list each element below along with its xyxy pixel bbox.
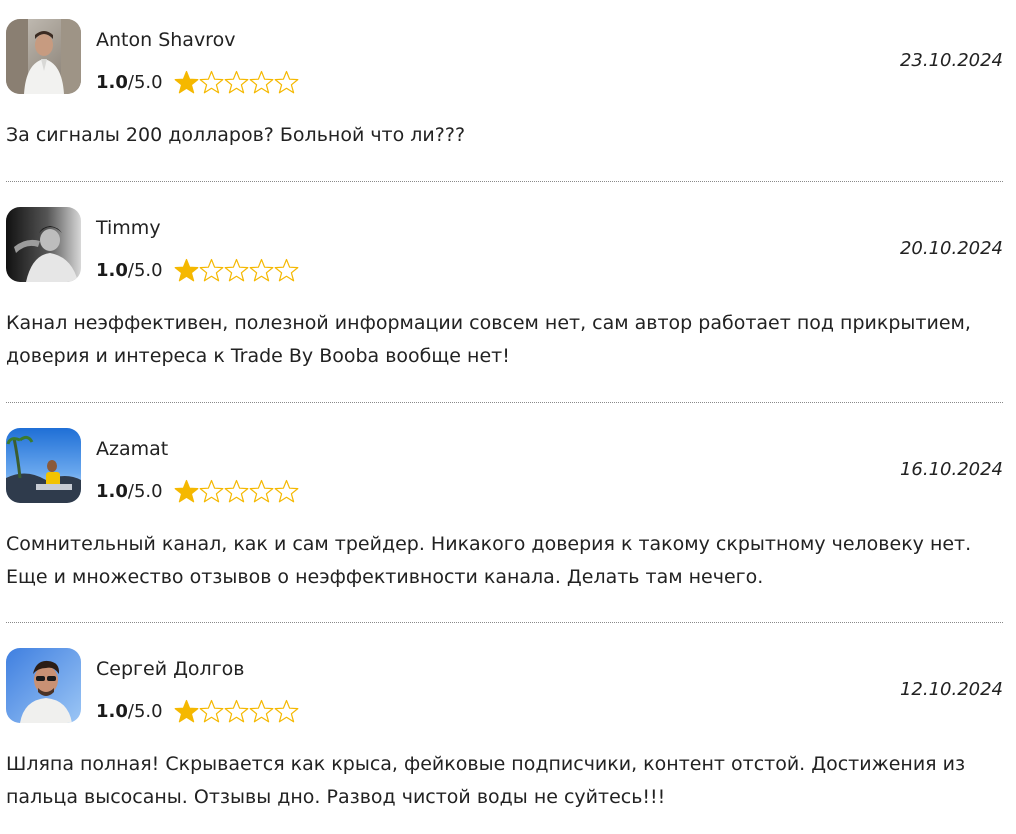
avatar[interactable] — [6, 207, 81, 282]
avatar[interactable] — [6, 428, 81, 503]
avatar[interactable] — [6, 648, 81, 723]
star-empty-icon — [199, 70, 223, 93]
star-empty-icon — [274, 70, 298, 93]
avatar[interactable] — [6, 19, 81, 94]
author-name: Timmy — [96, 217, 161, 239]
rating: 1.0 /5.0 — [96, 67, 299, 97]
divider — [6, 181, 1003, 182]
rating-score: 1.0 — [96, 259, 128, 281]
star-empty-icon — [224, 70, 248, 93]
star-empty-icon — [199, 479, 223, 502]
reviews-list: Anton Shavrov 1.0 /5.0 23.10.2024 За сиг… — [0, 0, 1016, 834]
star-empty-icon — [224, 258, 248, 281]
star-filled-icon — [174, 258, 198, 281]
author-name: Anton Shavrov — [96, 29, 236, 51]
star-empty-icon — [224, 699, 248, 722]
rating-score: 1.0 — [96, 71, 128, 93]
rating-max: /5.0 — [127, 480, 163, 502]
review-text: Сомнительный канал, как и сам трейдер. Н… — [6, 533, 972, 588]
rating: 1.0 /5.0 — [96, 476, 299, 506]
star-empty-icon — [199, 699, 223, 722]
author-name: Сергей Долгов — [96, 658, 245, 680]
star-empty-icon — [274, 258, 298, 281]
star-filled-icon — [174, 699, 198, 722]
star-empty-icon — [224, 479, 248, 502]
star-empty-icon — [199, 258, 223, 281]
rating-max: /5.0 — [127, 259, 163, 281]
review-text: За сигналы 200 долларов? Больной что ли?… — [6, 124, 466, 146]
rating-max: /5.0 — [127, 700, 163, 722]
rating-score: 1.0 — [96, 480, 128, 502]
review-date: 20.10.2024 — [899, 238, 1003, 259]
rating-max: /5.0 — [127, 71, 163, 93]
review-text: Канал неэффективен, полезной информации … — [6, 312, 971, 367]
review-date: 23.10.2024 — [899, 50, 1003, 71]
rating-score: 1.0 — [96, 700, 128, 722]
star-empty-icon — [249, 479, 273, 502]
star-filled-icon — [174, 479, 198, 502]
star-empty-icon — [274, 479, 298, 502]
star-filled-icon — [174, 70, 198, 93]
review-text: Шляпа полная! Скрывается как крыса, фейк… — [6, 753, 966, 808]
star-rating — [174, 258, 299, 283]
star-rating — [174, 479, 299, 504]
star-empty-icon — [249, 699, 273, 722]
divider — [6, 402, 1003, 403]
review-date: 16.10.2024 — [899, 459, 1003, 480]
rating: 1.0 /5.0 — [96, 696, 299, 726]
star-empty-icon — [249, 70, 273, 93]
review-date: 12.10.2024 — [899, 679, 1003, 700]
rating: 1.0 /5.0 — [96, 255, 299, 285]
star-rating — [174, 70, 299, 95]
star-empty-icon — [274, 699, 298, 722]
divider — [6, 622, 1003, 623]
star-rating — [174, 699, 299, 724]
author-name: Azamat — [96, 438, 169, 460]
star-empty-icon — [249, 258, 273, 281]
